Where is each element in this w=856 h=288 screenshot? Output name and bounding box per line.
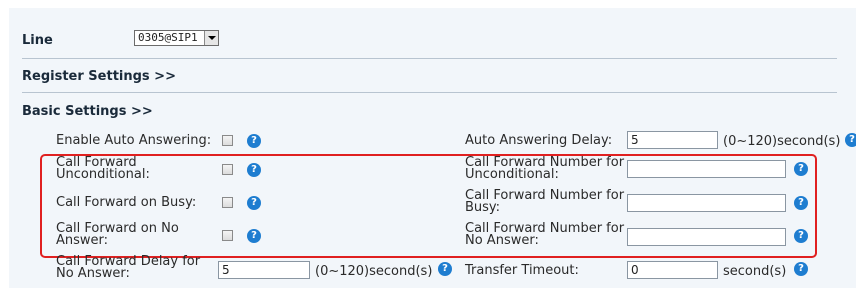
auto-answering-delay-unit: (0~120)second(s) — [723, 134, 841, 149]
help-icon[interactable]: ? — [247, 163, 261, 177]
help-icon[interactable]: ? — [794, 162, 808, 176]
help-icon[interactable]: ? — [438, 262, 452, 276]
cf-number-busy-label: Call Forward Number for Busy: — [465, 188, 625, 215]
line-label: Line — [22, 33, 53, 48]
cf-delay-no-answer-value: 5 — [222, 263, 230, 277]
chevron-down-icon[interactable] — [204, 31, 218, 45]
register-settings-toggle[interactable]: Register Settings >> — [22, 69, 176, 84]
line-select[interactable]: 0305@SIP1 — [134, 30, 219, 46]
enable-auto-answering-label: Enable Auto Answering: — [56, 133, 212, 148]
auto-answering-delay-input[interactable]: 5 — [627, 131, 718, 149]
cf-delay-no-answer-label: Call Forward Delay for No Answer: — [56, 254, 201, 281]
call-forward-busy-checkbox[interactable] — [222, 197, 233, 208]
basic-settings-toggle[interactable]: Basic Settings >> — [22, 104, 153, 119]
transfer-timeout-label: Transfer Timeout: — [465, 263, 579, 278]
auto-answering-delay-value: 5 — [631, 133, 639, 147]
help-icon[interactable]: ? — [794, 262, 808, 276]
call-forward-no-answer-label: Call Forward on No Answer: — [56, 221, 179, 248]
cf-number-no-answer-label: Call Forward Number for No Answer: — [465, 221, 625, 248]
transfer-timeout-value: 0 — [631, 263, 639, 277]
help-icon[interactable]: ? — [845, 133, 856, 147]
enable-auto-answering-checkbox[interactable] — [222, 135, 233, 146]
call-forward-busy-label: Call Forward on Busy: — [56, 195, 197, 210]
cf-delay-no-answer-input[interactable]: 5 — [218, 261, 310, 279]
cf-number-unconditional-label: Call Forward Number for Unconditional: — [465, 155, 625, 182]
transfer-timeout-input[interactable]: 0 — [627, 261, 718, 279]
help-icon[interactable]: ? — [794, 196, 808, 210]
transfer-timeout-unit: second(s) — [723, 264, 787, 279]
help-icon[interactable]: ? — [247, 229, 261, 243]
cf-number-unconditional-input[interactable] — [627, 160, 786, 178]
cf-number-no-answer-input[interactable] — [627, 228, 786, 246]
auto-answering-delay-label: Auto Answering Delay: — [465, 133, 613, 148]
divider — [22, 92, 837, 93]
call-forward-unconditional-checkbox[interactable] — [222, 164, 233, 175]
divider — [22, 58, 837, 59]
cf-number-busy-input[interactable] — [627, 194, 786, 212]
help-icon[interactable]: ? — [247, 134, 261, 148]
call-forward-no-answer-checkbox[interactable] — [222, 230, 233, 241]
help-icon[interactable]: ? — [794, 229, 808, 243]
cf-delay-no-answer-unit: (0~120)second(s) — [315, 264, 433, 279]
help-icon[interactable]: ? — [247, 196, 261, 210]
call-forward-unconditional-label: Call Forward Unconditional: — [56, 155, 150, 182]
line-select-value: 0305@SIP1 — [138, 31, 198, 44]
